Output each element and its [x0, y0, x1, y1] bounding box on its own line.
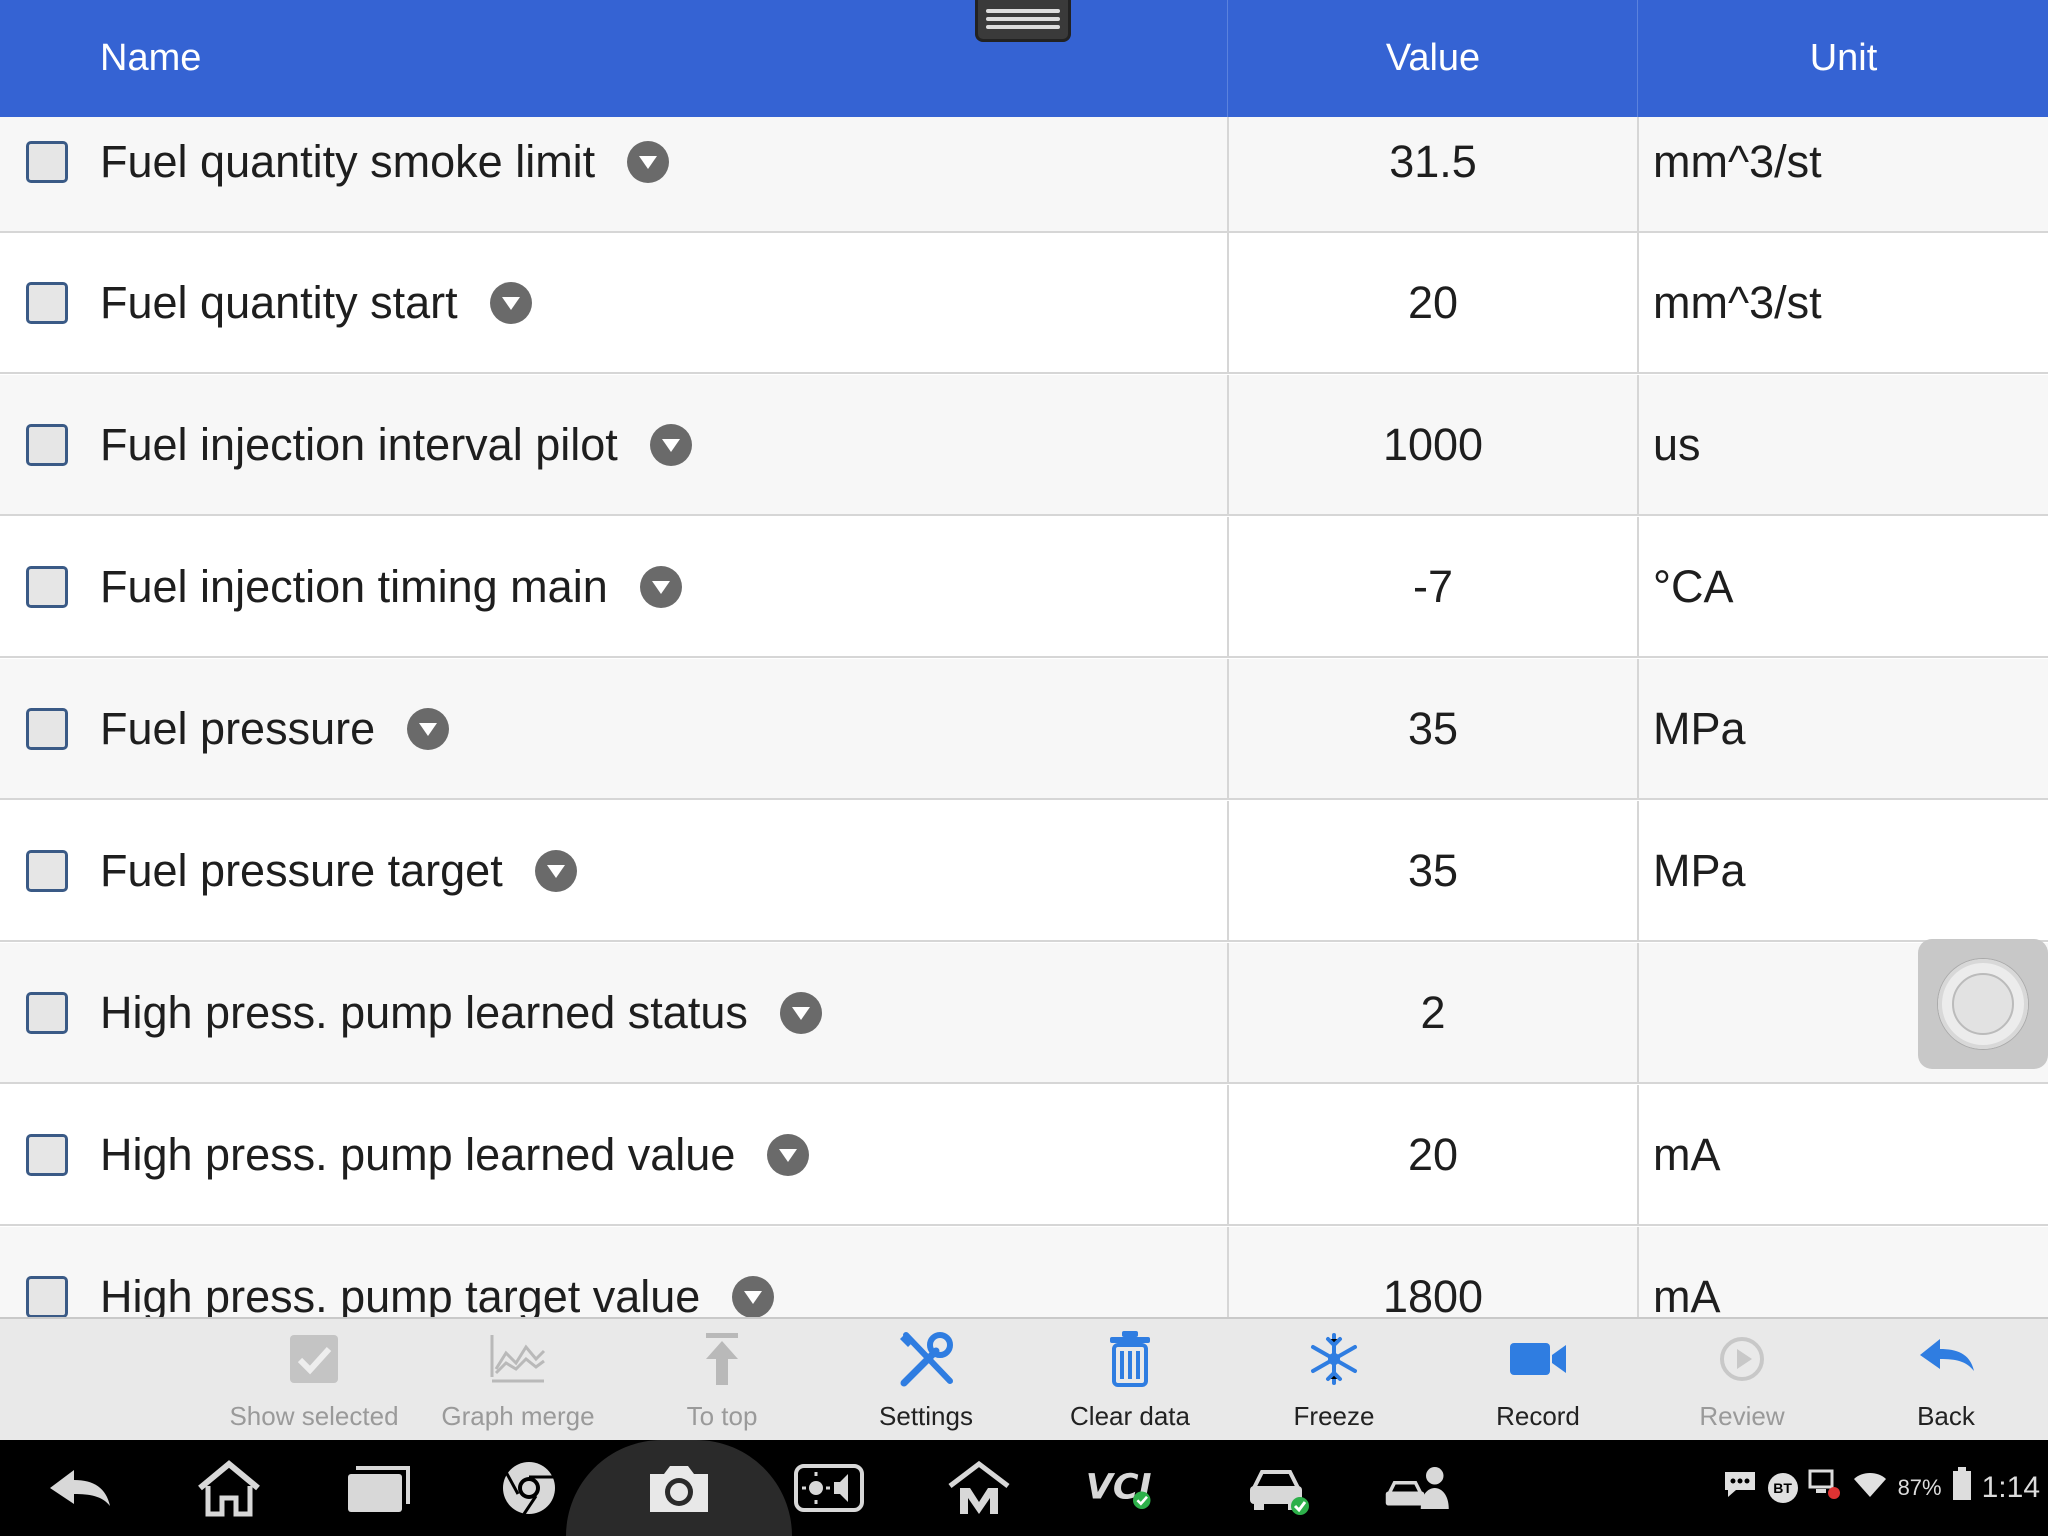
dropdown-icon[interactable]	[639, 565, 682, 608]
graph-merge-button[interactable]: Graph merge	[418, 1319, 618, 1440]
table-row[interactable]: High press. pump learned status 2	[0, 943, 2048, 1084]
system-navigation-bar: VCI BT 87% 1:14	[0, 1440, 2048, 1536]
table-row[interactable]: Fuel quantity start 20 mm^3/st	[0, 233, 2048, 374]
column-header-value: Value	[1227, 0, 1638, 117]
table-row[interactable]: Fuel injection timing main -7 °CA	[0, 517, 2048, 658]
bluetooth-icon: BT	[1767, 1473, 1798, 1503]
show-selected-button[interactable]: Show selected	[214, 1319, 414, 1440]
row-unit: mm^3/st	[1637, 233, 2048, 372]
dropdown-icon[interactable]	[779, 991, 822, 1034]
checkbox-icon	[290, 1335, 338, 1383]
row-checkbox[interactable]	[26, 849, 68, 892]
row-value: 31.5	[1227, 117, 1637, 231]
clock: 1:14	[1981, 1471, 2040, 1504]
clear-data-button[interactable]: Clear data	[1030, 1319, 1230, 1440]
browser-icon[interactable]	[494, 1458, 564, 1518]
arrow-up-icon	[706, 1333, 738, 1385]
dropdown-icon[interactable]	[732, 1275, 775, 1317]
row-checkbox[interactable]	[26, 565, 68, 608]
row-unit: MPa	[1637, 801, 2048, 940]
row-unit: °CA	[1637, 517, 2048, 656]
row-unit: mA	[1637, 1085, 2048, 1224]
row-name: Fuel quantity start	[100, 276, 458, 328]
freeze-button[interactable]: Freeze	[1234, 1319, 1434, 1440]
dropdown-icon[interactable]	[407, 707, 450, 750]
table-row[interactable]: Fuel injection interval pilot 1000 us	[0, 375, 2048, 516]
camera-icon[interactable]	[644, 1458, 714, 1518]
row-value: 2	[1227, 943, 1637, 1082]
table-row[interactable]: Fuel pressure target 35 MPa	[0, 801, 2048, 942]
table-row[interactable]: High press. pump learned value 20 mA	[0, 1085, 2048, 1226]
row-checkbox[interactable]	[26, 991, 68, 1034]
wifi-icon	[1852, 1469, 1888, 1507]
back-button[interactable]: Back	[1846, 1319, 2046, 1440]
nav-home-icon[interactable]	[194, 1458, 264, 1518]
column-header-unit: Unit	[1637, 0, 2048, 117]
maxifix-icon[interactable]	[944, 1458, 1014, 1518]
tools-icon	[900, 1332, 953, 1387]
back-arrow-icon	[1920, 1339, 1974, 1371]
column-header-name: Name	[100, 37, 202, 79]
row-unit: mA	[1637, 1227, 2048, 1317]
row-name: Fuel pressure	[100, 702, 376, 754]
row-name: Fuel injection timing main	[100, 560, 608, 612]
graph-icon	[490, 1335, 546, 1383]
bottom-toolbar: Show selected Graph merge To top Setting…	[0, 1317, 2048, 1440]
row-checkbox[interactable]	[26, 423, 68, 466]
play-circle-icon	[1720, 1337, 1764, 1381]
record-button[interactable]: Record	[1438, 1319, 1638, 1440]
data-list[interactable]: Fuel quantity smoke limit 31.5 mm^3/st F…	[0, 117, 2048, 1317]
row-value: 1800	[1227, 1227, 1637, 1317]
row-value: 35	[1227, 801, 1637, 940]
row-value: -7	[1227, 517, 1637, 656]
to-top-button[interactable]: To top	[622, 1319, 822, 1440]
row-name: High press. pump target value	[100, 1270, 701, 1318]
dropdown-icon[interactable]	[489, 281, 532, 324]
vci-icon[interactable]: VCI	[1084, 1458, 1154, 1518]
row-name: High press. pump learned value	[100, 1128, 736, 1180]
status-area: BT 87% 1:14	[1722, 1440, 2040, 1536]
dropdown-icon[interactable]	[649, 423, 692, 466]
table-row[interactable]: High press. pump target value 1800 mA	[0, 1227, 2048, 1317]
row-checkbox[interactable]	[26, 707, 68, 750]
video-camera-icon	[1510, 1343, 1566, 1375]
chat-notification-icon	[1722, 1469, 1758, 1507]
row-unit: us	[1637, 375, 2048, 514]
trash-icon	[1110, 1331, 1150, 1387]
row-value: 20	[1227, 1085, 1637, 1224]
row-name: Fuel quantity smoke limit	[100, 135, 596, 187]
row-name: High press. pump learned status	[100, 986, 748, 1038]
floating-assist-button[interactable]	[1918, 939, 2048, 1069]
settings-button[interactable]: Settings	[826, 1319, 1026, 1440]
battery-percent: 87%	[1897, 1475, 1942, 1500]
row-value: 1000	[1227, 375, 1637, 514]
row-checkbox[interactable]	[26, 1133, 68, 1176]
nav-back-icon[interactable]	[44, 1458, 114, 1518]
review-button[interactable]: Review	[1642, 1319, 1842, 1440]
table-row[interactable]: Fuel quantity smoke limit 31.5 mm^3/st	[0, 117, 2048, 233]
remote-expert-icon[interactable]	[1384, 1458, 1454, 1518]
dropdown-icon[interactable]	[534, 849, 577, 892]
brightness-volume-icon[interactable]	[794, 1458, 864, 1518]
row-unit: mm^3/st	[1637, 117, 2048, 231]
table-row[interactable]: Fuel pressure 35 MPa	[0, 659, 2048, 800]
row-name: Fuel injection interval pilot	[100, 418, 618, 470]
row-unit: MPa	[1637, 659, 2048, 798]
snowflake-icon	[1311, 1333, 1357, 1385]
row-value: 20	[1227, 233, 1637, 372]
table-header: Name Value Unit	[0, 0, 2048, 117]
row-value: 35	[1227, 659, 1637, 798]
row-name: Fuel pressure target	[100, 844, 503, 896]
row-checkbox[interactable]	[26, 140, 68, 183]
row-checkbox[interactable]	[26, 281, 68, 324]
network-error-icon	[1808, 1467, 1842, 1509]
row-checkbox[interactable]	[26, 1275, 68, 1317]
drag-handle[interactable]	[975, 0, 1071, 42]
dropdown-icon[interactable]	[767, 1133, 810, 1176]
dropdown-icon[interactable]	[627, 140, 670, 183]
vehicle-check-icon[interactable]	[1244, 1458, 1314, 1518]
nav-recent-apps-icon[interactable]	[344, 1458, 414, 1518]
battery-icon	[1952, 1467, 1972, 1509]
